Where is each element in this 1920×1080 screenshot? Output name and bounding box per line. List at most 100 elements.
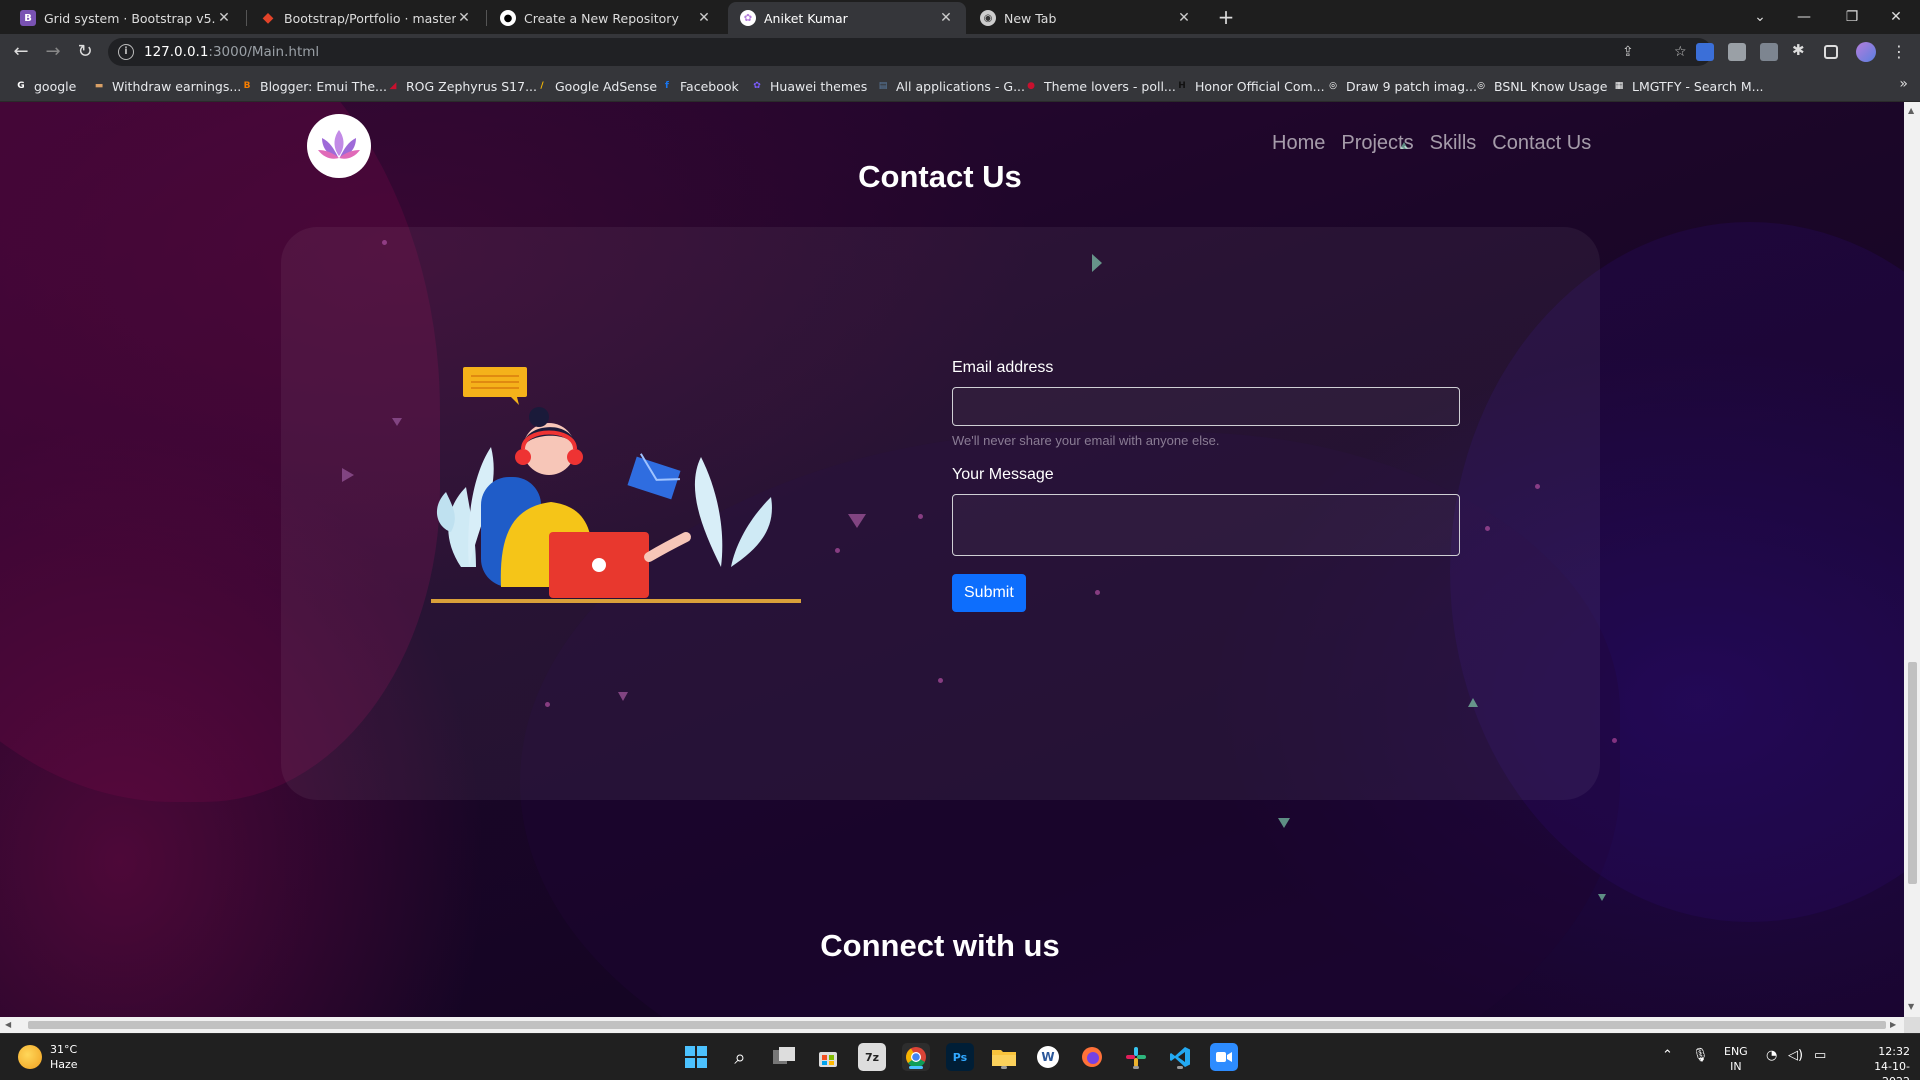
customer-support-illustration <box>431 367 801 603</box>
file-explorer-icon[interactable] <box>990 1043 1018 1071</box>
system-clock[interactable]: 12:32 14-10-2022 <box>1870 1044 1910 1080</box>
address-bar[interactable]: i 127.0.0.1:3000/Main.html ⇪ ☆ <box>108 38 1712 66</box>
word-icon[interactable]: W <box>1034 1043 1062 1071</box>
7zip-icon[interactable]: 7z <box>858 1043 886 1071</box>
close-icon[interactable]: ✕ <box>216 10 232 26</box>
extension-icon[interactable] <box>1728 43 1746 61</box>
bookmark-item[interactable]: ● Theme lovers - poll... <box>1024 77 1176 95</box>
restore-icon[interactable]: ❐ <box>1832 4 1872 30</box>
tab-github-new-repo[interactable]: ● Create a New Repository ✕ <box>488 2 724 34</box>
scroll-left-arrow-icon[interactable]: ◀ <box>5 1020 11 1029</box>
apps-icon: ▤ <box>878 81 888 91</box>
web-page: Home Projects Skills Contact Us Contact … <box>0 102 1904 1017</box>
url-path: :3000/Main.html <box>208 44 320 60</box>
new-tab-button[interactable]: + <box>1212 6 1240 30</box>
email-label: Email address <box>952 359 1054 376</box>
minimize-icon[interactable]: — <box>1784 4 1824 30</box>
battery-icon[interactable]: ▭ <box>1814 1048 1826 1063</box>
forward-arrow-icon[interactable]: → <box>40 40 66 64</box>
nav-link-contact-us[interactable]: Contact Us <box>1492 132 1591 155</box>
bookmark-item[interactable]: ▤ All applications - G... <box>876 77 1025 95</box>
tab-aniket-kumar[interactable]: ✿ Aniket Kumar ✕ <box>728 2 966 34</box>
chrome-icon[interactable] <box>902 1043 930 1071</box>
url-host: 127.0.0.1 <box>144 44 209 60</box>
reload-icon[interactable]: ↻ <box>72 40 98 64</box>
tab-gitlab-portfolio[interactable]: ◆ Bootstrap/Portfolio · master · ani ✕ <box>248 2 484 34</box>
side-panel-icon[interactable] <box>1824 45 1838 59</box>
lmgtfy-icon: ▦ <box>1614 81 1624 91</box>
message-field[interactable] <box>952 494 1460 556</box>
scroll-right-arrow-icon[interactable]: ▶ <box>1890 1020 1896 1029</box>
search-icon[interactable]: ⌕ <box>726 1043 754 1071</box>
firefox-icon[interactable] <box>1078 1043 1106 1071</box>
site-info-icon[interactable]: i <box>118 44 134 60</box>
close-icon[interactable]: ✕ <box>1176 10 1192 26</box>
bookmark-item[interactable]: B Blogger: Emui The... <box>240 77 387 95</box>
decor-dot <box>1612 738 1617 743</box>
store-icon[interactable] <box>814 1043 842 1071</box>
bookmark-item[interactable]: ◎ BSNL Know Usage <box>1474 77 1607 95</box>
bookmark-item[interactable]: f Facebook <box>660 77 739 95</box>
tab-new-tab[interactable]: ◉ New Tab ✕ <box>968 2 1204 34</box>
bookmark-item[interactable]: ◢ ROG Zephyrus S17... <box>386 77 537 95</box>
bookmark-item[interactable]: ✿ Huawei themes <box>750 77 867 95</box>
submit-button[interactable]: Submit <box>952 574 1026 612</box>
bookmark-label: Honor Official Com... <box>1195 78 1325 94</box>
slack-icon[interactable] <box>1122 1043 1150 1071</box>
huawei-themes-icon: ✿ <box>753 81 761 91</box>
bookmark-label: Facebook <box>680 78 739 94</box>
bookmark-item[interactable]: Ggoogle <box>14 77 76 95</box>
message-label: Your Message <box>952 466 1054 483</box>
close-icon[interactable]: ✕ <box>938 10 954 26</box>
puzzle-extensions-icon[interactable]: ✱ <box>1792 41 1810 59</box>
nav-link-projects[interactable]: Projects <box>1341 132 1413 155</box>
task-view-icon[interactable] <box>770 1043 798 1071</box>
bookmark-item[interactable]: ▬ Withdraw earnings... <box>92 77 242 95</box>
close-icon[interactable]: ✕ <box>696 10 712 26</box>
tab-bootstrap-grid[interactable]: B Grid system · Bootstrap v5.0 ✕ <box>8 2 244 34</box>
nav-link-skills[interactable]: Skills <box>1430 132 1477 155</box>
translate-extension-icon[interactable] <box>1696 43 1714 61</box>
close-icon[interactable]: ✕ <box>456 10 472 26</box>
scroll-down-arrow-icon[interactable]: ▼ <box>1908 1002 1914 1011</box>
haze-sun-icon <box>18 1045 42 1069</box>
horizontal-scroll-thumb[interactable] <box>28 1021 1886 1029</box>
bookmark-item[interactable]: ▦ LMGTFY - Search M... <box>1612 77 1764 95</box>
tab-search-icon[interactable]: ⌄ <box>1740 4 1780 30</box>
zoom-icon[interactable] <box>1210 1043 1238 1071</box>
menu-kebab-icon[interactable]: ⋮ <box>1886 40 1912 64</box>
language-indicator[interactable]: ENG IN <box>1724 1044 1748 1074</box>
window-close-icon[interactable]: ✕ <box>1876 4 1916 30</box>
weather-widget[interactable]: 31°C Haze <box>18 1042 78 1072</box>
tab-title: Aniket Kumar <box>764 10 848 26</box>
screenshot-extension-icon[interactable] <box>1760 43 1778 61</box>
bookmark-star-icon[interactable]: ☆ <box>1674 44 1687 60</box>
contact-card: Email address We'll never share your ema… <box>281 227 1600 800</box>
photoshop-icon[interactable]: Ps <box>946 1043 974 1071</box>
bookmark-item[interactable]: ◎ Draw 9 patch imag... <box>1326 77 1477 95</box>
bookmark-label: Google AdSense <box>555 78 658 94</box>
vscode-icon[interactable] <box>1166 1043 1194 1071</box>
profile-avatar[interactable] <box>1856 42 1876 62</box>
vertical-scrollbar[interactable]: ▲ ▼ <box>1904 102 1920 1017</box>
chevron-up-icon[interactable]: ⌃ <box>1662 1048 1673 1063</box>
bookmark-item[interactable]: / Google AdSense <box>535 77 657 95</box>
share-icon[interactable]: ⇪ <box>1622 44 1634 60</box>
microphone-icon[interactable]: 🎙 <box>1692 1048 1709 1063</box>
vertical-scroll-thumb[interactable] <box>1908 662 1917 884</box>
volume-icon[interactable]: ◁) <box>1788 1048 1803 1063</box>
windows-start-icon[interactable] <box>682 1043 710 1071</box>
contact-section-title: Contact Us <box>858 159 1022 194</box>
horizontal-scrollbar[interactable]: ◀ ▶ <box>0 1017 1904 1033</box>
email-field[interactable] <box>952 387 1460 426</box>
email-help-text: We'll never share your email with anyone… <box>952 433 1220 448</box>
bookmark-label: Draw 9 patch imag... <box>1346 78 1477 94</box>
wifi-icon[interactable]: ◔ <box>1766 1048 1777 1063</box>
bookmarks-overflow-icon[interactable]: » <box>1899 76 1908 92</box>
nav-link-home[interactable]: Home <box>1272 132 1325 155</box>
globe-icon: ◎ <box>1477 81 1485 91</box>
scroll-up-arrow-icon[interactable]: ▲ <box>1908 106 1914 115</box>
bootstrap-icon: B <box>20 10 36 26</box>
bookmark-item[interactable]: H Honor Official Com... <box>1175 77 1325 95</box>
back-arrow-icon[interactable]: ← <box>8 40 34 64</box>
